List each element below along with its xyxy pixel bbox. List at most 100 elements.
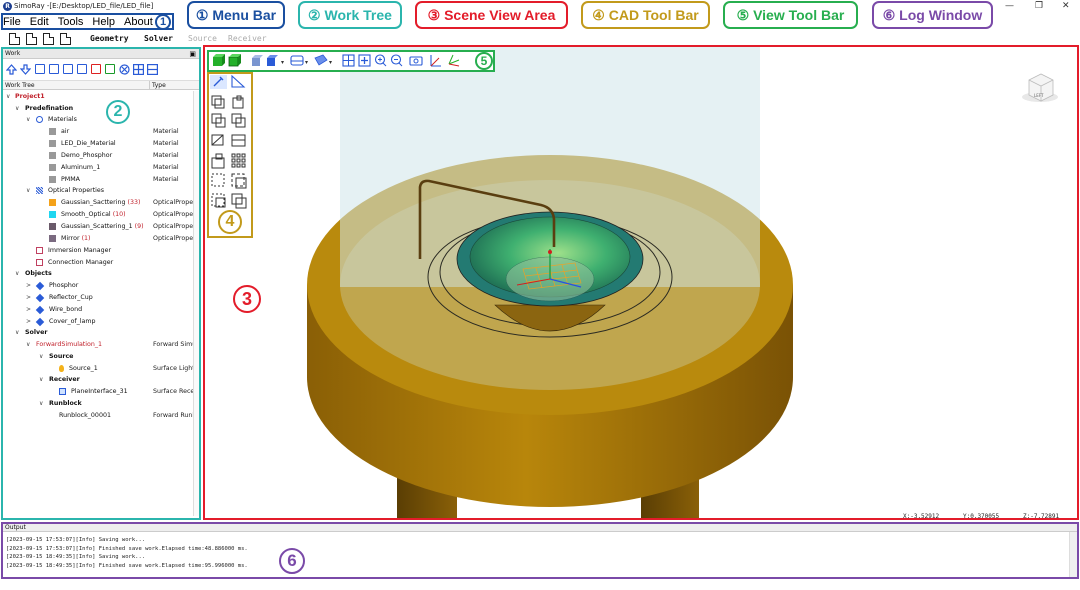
tree-item-optical-property[interactable]: Smooth_Optical (10) OpticalProperty — [3, 209, 199, 220]
nav-cube-icon[interactable]: LEFT — [1022, 73, 1058, 102]
log-window-title: Output — [5, 524, 26, 531]
work-panel-title: Work — [5, 50, 21, 57]
sketch-tool-icon[interactable] — [210, 75, 227, 89]
zoom-in-icon[interactable] — [374, 54, 387, 67]
float-icon[interactable]: ▣ — [189, 49, 196, 59]
menu-edit[interactable]: Edit — [30, 14, 49, 30]
mirror-tool-icon[interactable] — [211, 193, 226, 208]
tree-item-object[interactable]: > Wire_bond — [3, 304, 199, 315]
fit-selection-icon[interactable] — [358, 54, 371, 67]
optical-properties-icon — [36, 187, 43, 194]
copy-tool-icon[interactable] — [231, 193, 247, 209]
optical-property-icon — [49, 199, 56, 206]
tree-item-project[interactable]: ∨ Project1 — [3, 91, 199, 102]
tree-item-predefination[interactable]: ∨ Predefination — [3, 103, 199, 114]
tree-item-object[interactable]: > Phosphor — [3, 280, 199, 291]
menu-about[interactable]: About — [124, 14, 153, 30]
scene-canvas[interactable]: LEFT — [205, 47, 1077, 518]
column-type[interactable]: Type — [149, 81, 166, 90]
save-as-file-icon[interactable] — [60, 33, 71, 45]
tree-item-object[interactable]: > Reflector_Cup — [3, 292, 199, 303]
view-shaded-icon[interactable] — [252, 55, 263, 66]
tree-item-receiver-group[interactable]: ∨ Receiver — [3, 374, 199, 385]
open-file-icon[interactable] — [26, 33, 37, 45]
move-up-icon[interactable] — [6, 64, 17, 75]
camera-icon[interactable] — [409, 56, 423, 66]
tree-item-material[interactable]: Aluminum_1 Material — [3, 162, 199, 173]
subtract-tool-icon[interactable] — [231, 113, 246, 128]
restore-button[interactable]: ❐ — [1035, 1, 1043, 11]
work-tree-scrollbar[interactable] — [193, 91, 199, 516]
minimize-button[interactable]: — — [1005, 1, 1014, 11]
tree-item-runblock-group[interactable]: ∨ Runblock — [3, 398, 199, 409]
marker-5: 5 — [475, 52, 493, 70]
tab-geometry[interactable]: Geometry — [90, 34, 129, 43]
section-view-icon[interactable] — [290, 55, 304, 66]
tree-item-immersion-manager[interactable]: Immersion Manager — [3, 245, 199, 256]
menu-tools[interactable]: Tools — [58, 14, 84, 30]
copy-icon[interactable] — [49, 64, 59, 74]
zoom-out-icon[interactable] — [390, 54, 403, 67]
close-button[interactable]: ✕ — [1062, 1, 1070, 11]
tree-item-material[interactable]: air Material — [3, 126, 199, 137]
tree-item-optical-property[interactable]: Mirror (1) OpticalProperty — [3, 233, 199, 244]
save-file-icon[interactable] — [43, 33, 54, 45]
column-work-tree[interactable]: Work Tree — [5, 81, 35, 90]
tree-item-optical-property[interactable]: Gaussian_Sacttering (33) OpticalProperty — [3, 197, 199, 208]
tree-item-optical-property[interactable]: Gaussian_Scattering_1 (9) OpticalPropert… — [3, 221, 199, 232]
split-tool-icon[interactable] — [231, 134, 246, 147]
box-tool-icon[interactable] — [211, 95, 225, 109]
fit-all-icon[interactable] — [342, 54, 355, 67]
marker-4: 4 — [218, 210, 242, 234]
tab-solver[interactable]: Solver — [144, 34, 173, 43]
tab-source[interactable]: Source — [188, 34, 217, 43]
axes-icon[interactable] — [430, 55, 441, 67]
new-file-icon[interactable] — [9, 33, 20, 45]
array-tool-icon[interactable] — [231, 153, 246, 168]
remove-icon[interactable] — [119, 64, 130, 75]
tree-item-source-group[interactable]: ∨ Source — [3, 351, 199, 362]
union-tool-icon[interactable] — [211, 113, 226, 128]
tree-item-connection-manager[interactable]: Connection Manager — [3, 257, 199, 268]
tree-item-material[interactable]: LED_Die_Material Material — [3, 138, 199, 149]
duplicate-icon[interactable] — [77, 64, 87, 74]
paste-icon[interactable] — [63, 64, 73, 74]
chamfer-tool-icon[interactable] — [211, 134, 224, 146]
delete-icon[interactable] — [91, 64, 101, 74]
cylinder-tool-icon[interactable] — [232, 95, 244, 109]
tree-item-source[interactable]: Source_1 Surface Light Source — [3, 363, 199, 374]
menu-file[interactable]: File — [3, 14, 21, 30]
tree-item-material[interactable]: Demo_Phosphor Material — [3, 150, 199, 161]
scene-view-area[interactable]: LEFT ▾ ▾ ▾ 5 4 3 X:-3.52912 Y:0.370055 Z… — [203, 45, 1079, 520]
tree-item-simulation[interactable]: ∨ ForwardSimulation_1 Forward Simulation — [3, 339, 199, 350]
view-solid-icon[interactable] — [213, 54, 225, 66]
marker-1: 1 — [155, 14, 171, 30]
axis-triad-icon[interactable] — [448, 54, 460, 67]
select-box-tool-icon[interactable] — [211, 173, 225, 187]
tree-item-receiver[interactable]: PlaneInterface_31 Surface Receiver — [3, 386, 199, 397]
tree-item-materials[interactable]: ∨ Materials — [3, 114, 199, 125]
extrude-tool-icon[interactable] — [211, 153, 225, 169]
tree-item-optical-properties[interactable]: ∨ Optical Properties — [3, 185, 199, 196]
tab-receiver[interactable]: Receiver — [228, 34, 267, 43]
tree-item-solver[interactable]: ∨ Solver — [3, 327, 199, 338]
tree-item-object[interactable]: > Cover_of_lamp — [3, 316, 199, 327]
move-down-icon[interactable] — [20, 64, 31, 75]
cad-tool-bar: 4 — [207, 72, 253, 238]
work-tree-toolbar — [3, 59, 199, 81]
tree-item-runblock[interactable]: Runblock_00001 Forward Runblock — [3, 410, 199, 421]
tree-item-material[interactable]: PMMA Material — [3, 174, 199, 185]
expand-all-icon[interactable] — [133, 64, 144, 75]
view-wireframe-icon[interactable] — [267, 55, 278, 66]
collapse-all-icon[interactable] — [147, 64, 158, 75]
projection-icon[interactable] — [314, 54, 328, 66]
select-icon[interactable] — [35, 64, 45, 74]
view-solid-edges-icon[interactable] — [228, 54, 241, 67]
menu-help[interactable]: Help — [92, 14, 115, 30]
add-icon[interactable] — [105, 64, 115, 74]
log-scrollbar[interactable] — [1069, 532, 1077, 577]
transform-tool-icon[interactable] — [231, 173, 247, 189]
receiver-icon — [59, 388, 66, 395]
tree-item-objects[interactable]: ∨ Objects — [3, 268, 199, 279]
measure-tool-icon[interactable] — [231, 74, 246, 88]
